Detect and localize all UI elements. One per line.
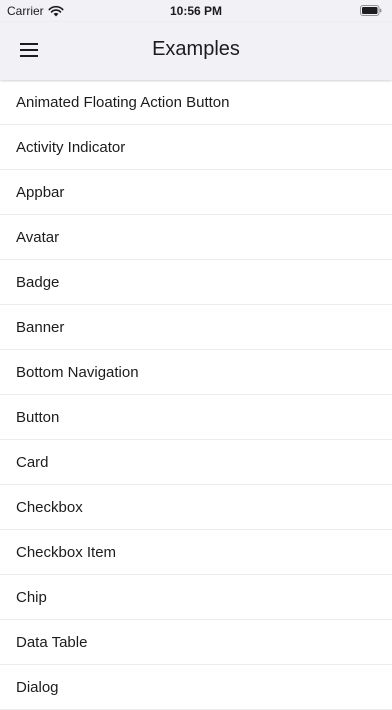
app-bar: Examples xyxy=(0,22,392,80)
list-item-checkbox-item[interactable]: Checkbox Item xyxy=(0,530,392,575)
list-item-avatar[interactable]: Avatar xyxy=(0,215,392,260)
list-item-banner[interactable]: Banner xyxy=(0,305,392,350)
status-time: 10:56 PM xyxy=(169,4,223,18)
list-item-chip[interactable]: Chip xyxy=(0,575,392,620)
list-item-activity-indicator[interactable]: Activity Indicator xyxy=(0,125,392,170)
page-title: Examples xyxy=(152,38,240,60)
list-item-badge[interactable]: Badge xyxy=(0,260,392,305)
list-item-dialog[interactable]: Dialog xyxy=(0,665,392,710)
list-item-bottom-navigation[interactable]: Bottom Navigation xyxy=(0,350,392,395)
list-item-checkbox[interactable]: Checkbox xyxy=(0,485,392,530)
status-bar: Carrier 10:56 PM xyxy=(0,0,392,22)
list-item-animated-fab[interactable]: Animated Floating Action Button xyxy=(0,80,392,125)
list-item-appbar[interactable]: Appbar xyxy=(0,170,392,215)
list-item-card[interactable]: Card xyxy=(0,440,392,485)
list-item-data-table[interactable]: Data Table xyxy=(0,620,392,665)
examples-list: Animated Floating Action Button Activity… xyxy=(0,80,392,710)
battery-icon xyxy=(360,5,382,16)
list-item-button[interactable]: Button xyxy=(0,395,392,440)
